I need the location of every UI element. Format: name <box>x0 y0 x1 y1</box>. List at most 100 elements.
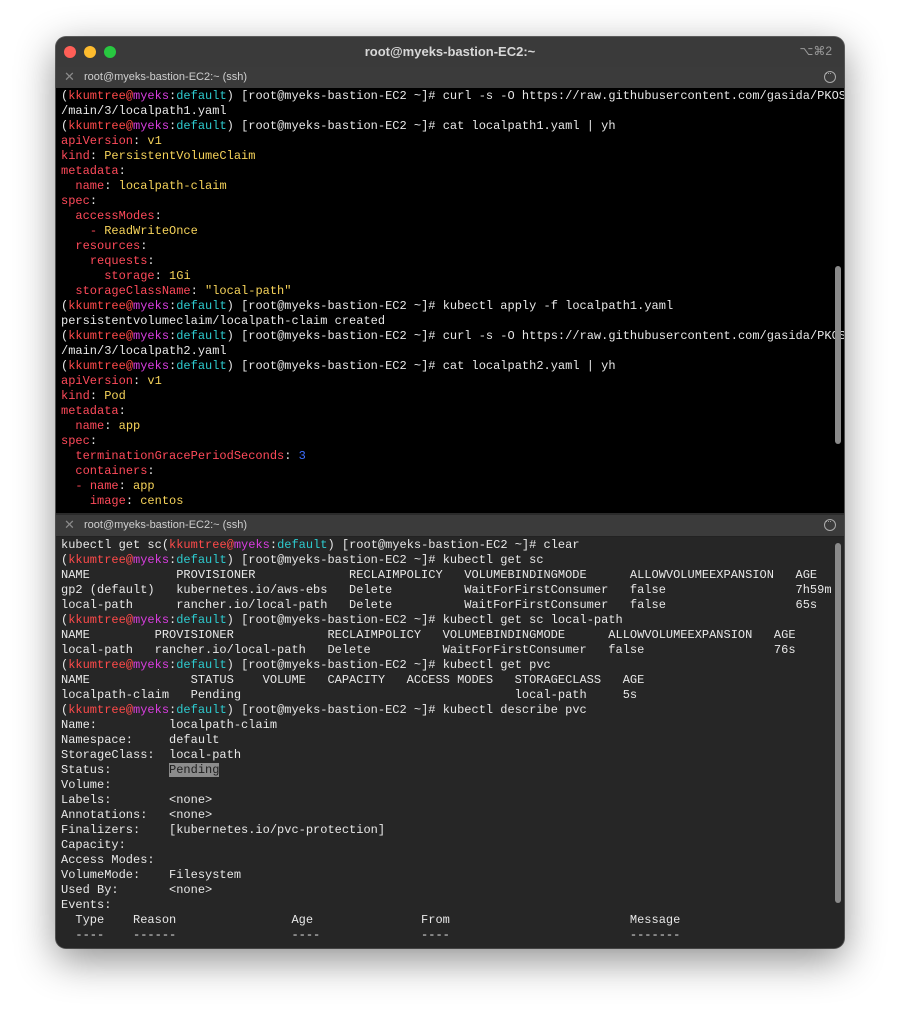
terminal-line: - name: app <box>61 479 154 493</box>
output-text: Type Reason Age From Message <box>61 913 681 927</box>
prompt-host: myeks <box>133 119 170 133</box>
prompt-at: @ <box>125 553 134 567</box>
prompt-host: myeks <box>133 613 170 627</box>
yaml-colon: : <box>147 254 155 268</box>
prompt-host: myeks <box>133 359 170 373</box>
prompt-paren: ) <box>226 658 242 672</box>
command-text: curl -s -O https://raw.githubusercontent… <box>435 329 844 343</box>
output-text: Labels: <none> <box>61 793 213 807</box>
pane2-tab[interactable]: ✕ root@myeks-bastion-EC2:~ (ssh) <box>56 515 844 537</box>
yaml-colon: : <box>147 464 155 478</box>
pane2-tab-title: root@myeks-bastion-EC2:~ (ssh) <box>84 519 248 531</box>
terminal-line: name: app <box>61 419 140 433</box>
terminal-line: kind: Pod <box>61 389 126 403</box>
terminal-pane-top[interactable]: (kkumtree@myeks:default) [root@myeks-bas… <box>56 88 844 513</box>
output-text: /main/3/localpath1.yaml <box>61 104 227 118</box>
close-icon[interactable]: ✕ <box>64 69 75 85</box>
prompt-host: myeks <box>133 703 170 717</box>
prompt-namespace: default <box>176 89 227 103</box>
terminal-line: terminationGracePeriodSeconds: 3 <box>61 449 305 463</box>
output-text: NAME STATUS VOLUME CAPACITY ACCESS MODES… <box>61 673 645 687</box>
terminal-line: (kkumtree@myeks:default) [root@myeks-bas… <box>61 553 544 567</box>
yaml-key: storage <box>104 269 155 283</box>
yaml-value: Pod <box>97 389 126 403</box>
prompt-at: @ <box>125 119 134 133</box>
scrollbar[interactable] <box>835 266 841 444</box>
yaml-key: apiVersion <box>61 134 134 148</box>
prompt-host: myeks <box>133 299 170 313</box>
close-icon[interactable]: ✕ <box>64 517 75 533</box>
prompt-host: myeks <box>133 329 170 343</box>
terminal-line: storage: 1Gi <box>61 269 190 283</box>
yaml-value: "local-path" <box>197 284 292 298</box>
terminal-output[interactable]: kubectl get sc(kkumtree@myeks:default) [… <box>61 538 832 943</box>
output-text: Used By: <none> <box>61 883 213 897</box>
command-text: clear <box>536 538 580 552</box>
terminal-output[interactable]: (kkumtree@myeks:default) [root@myeks-bas… <box>61 89 844 509</box>
yaml-value: PersistentVolumeClaim <box>97 149 256 163</box>
more-options-icon[interactable] <box>824 516 836 531</box>
prompt-user: kkumtree <box>68 89 126 103</box>
terminal-line: storageClassName: "local-path" <box>61 284 291 298</box>
output-text: Volume: <box>61 778 112 792</box>
prompt-at: @ <box>125 359 134 373</box>
terminal-line: (kkumtree@myeks:default) [root@myeks-bas… <box>61 89 844 103</box>
terminal-line: VolumeMode: Filesystem <box>61 868 241 882</box>
prompt-namespace: default <box>176 553 227 567</box>
yaml-key: metadata <box>61 404 119 418</box>
output-text: /main/3/localpath2.yaml <box>61 344 227 358</box>
terminal-line: (kkumtree@myeks:default) [root@myeks-bas… <box>61 658 551 672</box>
prompt-user: kkumtree <box>68 359 126 373</box>
title-bar[interactable]: root@myeks-bastion-EC2:~ ⌥⌘2 <box>56 37 844 68</box>
yaml-colon: : <box>89 434 98 448</box>
yaml-colon: : <box>154 209 162 223</box>
terminal-pane-bottom[interactable]: kubectl get sc(kkumtree@myeks:default) [… <box>56 537 844 948</box>
terminal-line: gp2 (default) kubernetes.io/aws-ebs Dele… <box>61 583 832 597</box>
prompt-cwd: [root@myeks-bastion-EC2 ~]# <box>241 329 436 343</box>
prompt-cwd: [root@myeks-bastion-EC2 ~]# <box>241 553 436 567</box>
output-text: Access Modes: <box>61 853 155 867</box>
terminal-line: name: localpath-claim <box>61 179 226 193</box>
terminal-line: local-path rancher.io/local-path Delete … <box>61 598 817 612</box>
terminal-line: spec: <box>61 194 97 208</box>
prompt-cwd: [root@myeks-bastion-EC2 ~]# <box>241 89 436 103</box>
terminal-line: Type Reason Age From Message <box>61 913 680 927</box>
prompt-namespace: default <box>277 538 328 552</box>
terminal-line: Finalizers: [kubernetes.io/pvc-protectio… <box>61 823 385 837</box>
output-text: gp2 (default) kubernetes.io/aws-ebs Dele… <box>61 583 832 597</box>
pane1-tab[interactable]: ✕ root@myeks-bastion-EC2:~ (ssh) <box>56 67 844 89</box>
terminal-line: StorageClass: local-path <box>61 748 241 762</box>
pane1-tab-title: root@myeks-bastion-EC2:~ (ssh) <box>84 71 248 83</box>
prompt-cwd: [root@myeks-bastion-EC2 ~]# <box>241 613 436 627</box>
command-text: kubectl get sc <box>435 553 544 567</box>
output-text: Finalizers: [kubernetes.io/pvc-protectio… <box>61 823 386 837</box>
terminal-line: accessModes: <box>61 209 162 223</box>
prompt-namespace: default <box>176 119 227 133</box>
prompt-cwd: [root@myeks-bastion-EC2 ~]# <box>241 359 436 373</box>
scrollbar[interactable] <box>835 543 841 903</box>
yaml-key: resources <box>75 239 141 253</box>
terminal-line: Status: Pending <box>61 763 220 777</box>
terminal-line: local-path rancher.io/local-path Delete … <box>61 643 796 657</box>
terminal-line: containers: <box>61 464 155 478</box>
output-text: Status: <box>61 763 170 777</box>
more-options-icon[interactable] <box>824 68 836 83</box>
output-text: persistentvolumeclaim/localpath-claim cr… <box>61 314 386 328</box>
prompt-paren: ) <box>226 553 242 567</box>
yaml-key: kind <box>61 389 90 403</box>
prompt-user: kkumtree <box>68 658 126 672</box>
prompt-host: myeks <box>133 658 170 672</box>
yaml-colon: : <box>118 164 126 178</box>
yaml-key: accessModes <box>75 209 155 223</box>
terminal-line: Events: <box>61 898 111 912</box>
yaml-colon: : <box>89 194 98 208</box>
window-title: root@myeks-bastion-EC2:~ <box>364 44 536 59</box>
terminal-line: Annotations: <none> <box>61 808 212 822</box>
command-text: kubectl describe pvc <box>435 703 587 717</box>
command-text: cat localpath1.yaml | yh <box>435 119 616 133</box>
command-text: cat localpath2.yaml | yh <box>435 359 616 373</box>
terminal-line: Volume: <box>61 778 111 792</box>
terminal-line: (kkumtree@myeks:default) [root@myeks-bas… <box>61 703 587 717</box>
